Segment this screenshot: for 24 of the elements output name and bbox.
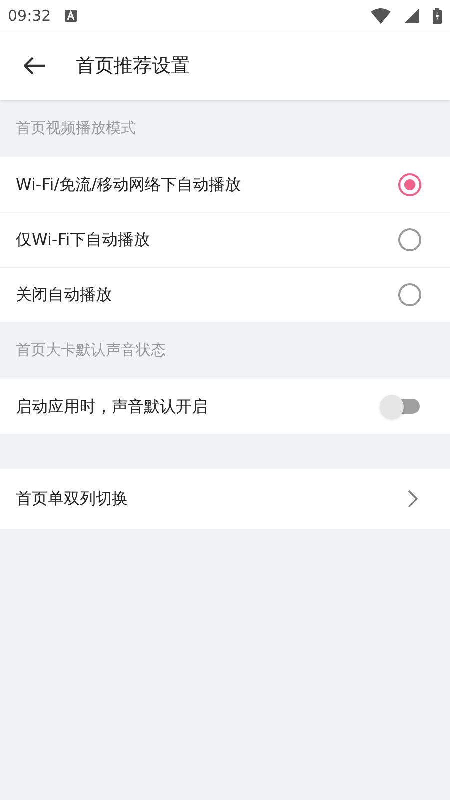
back-icon[interactable] bbox=[24, 57, 46, 75]
settings-row[interactable]: 仅Wi-Fi下自动播放 bbox=[0, 212, 450, 267]
battery-icon bbox=[433, 8, 442, 24]
status-time: 09:32 bbox=[8, 6, 52, 27]
radio-button[interactable] bbox=[398, 172, 422, 196]
settings-row[interactable]: 首页单双列切换 bbox=[0, 469, 450, 529]
radio-button[interactable] bbox=[398, 228, 422, 252]
row-label: 关闭自动播放 bbox=[16, 284, 113, 306]
radio-button[interactable] bbox=[398, 283, 422, 307]
chevron-right-icon bbox=[408, 490, 418, 508]
wifi-icon bbox=[371, 8, 391, 24]
page-title: 首页推荐设置 bbox=[76, 54, 190, 79]
row-label: Wi-Fi/免流/移动网络下自动播放 bbox=[16, 174, 242, 196]
row-label: 首页单双列切换 bbox=[16, 488, 129, 510]
settings-row[interactable]: 关闭自动播放 bbox=[0, 267, 450, 322]
notification-icon bbox=[65, 10, 78, 22]
toggle-switch[interactable] bbox=[380, 394, 422, 418]
signal-icon bbox=[405, 9, 419, 23]
section-header: 首页大卡默认声音状态 bbox=[16, 340, 166, 362]
settings-row[interactable]: Wi-Fi/免流/移动网络下自动播放 bbox=[0, 157, 450, 212]
row-label: 启动应用时，声音默认开启 bbox=[16, 396, 209, 418]
row-label: 仅Wi-Fi下自动播放 bbox=[16, 229, 152, 251]
settings-row[interactable]: 启动应用时，声音默认开启 bbox=[0, 379, 450, 434]
section-header: 首页视频播放模式 bbox=[16, 118, 136, 140]
